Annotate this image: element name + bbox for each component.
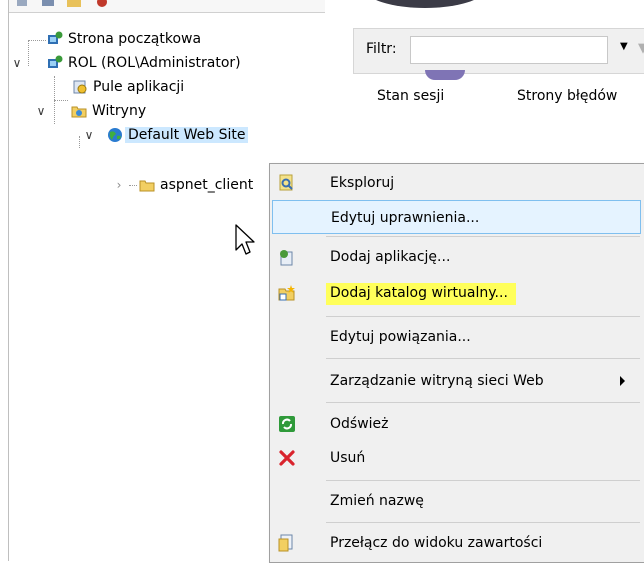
- tree-line: [28, 40, 46, 41]
- toolbar-save-icon[interactable]: [41, 0, 55, 8]
- delete-icon: [279, 450, 295, 466]
- tree-item-sites[interactable]: ∨ Witryny: [35, 99, 149, 123]
- toolbar-back-icon[interactable]: [15, 0, 29, 8]
- tree-toolbar: [9, 0, 325, 13]
- start-page-icon: [48, 31, 63, 44]
- menu-separator: [326, 480, 640, 481]
- folder-icon: [139, 180, 155, 192]
- app-pools-icon: [73, 80, 87, 94]
- menu-item-rename[interactable]: Zmień nazwę: [272, 484, 641, 518]
- tree-item-start-page[interactable]: Strona początkowa: [47, 27, 204, 51]
- highlight-marker: Dodaj katalog wirtualny...: [326, 283, 516, 305]
- menu-item-add-virtual-directory[interactable]: Dodaj katalog wirtualny...: [272, 276, 641, 310]
- menu-item-edit-permissions[interactable]: Edytuj uprawnienia...: [272, 200, 641, 234]
- content-view-icon: [278, 534, 293, 552]
- feature-session-state[interactable]: Stan sesji: [377, 88, 444, 104]
- chevron-down-icon[interactable]: ▼: [620, 41, 628, 52]
- filter-label: Filtr:: [366, 41, 397, 57]
- add-virtual-directory-icon: [278, 285, 295, 301]
- chevron-right-icon[interactable]: ›: [113, 173, 125, 197]
- filter-go-icon[interactable]: ▼: [638, 41, 644, 56]
- menu-separator: [326, 358, 640, 359]
- tree-line: [79, 136, 80, 148]
- toolbar-connect-icon[interactable]: [95, 0, 109, 8]
- feature-icon: [425, 70, 465, 80]
- menu-separator: [326, 316, 640, 317]
- menu-separator: [326, 522, 640, 523]
- tree-item-aspnet-client[interactable]: › aspnet_client: [113, 173, 256, 197]
- menu-separator: [326, 236, 640, 237]
- chevron-down-icon[interactable]: ∨: [35, 99, 47, 123]
- menu-item-add-application[interactable]: Dodaj aplikację...: [272, 240, 641, 274]
- mouse-cursor-icon: [235, 224, 255, 255]
- server-icon: [48, 55, 63, 68]
- explore-icon: [279, 174, 293, 191]
- context-menu: Eksploruj Edytuj uprawnienia... Dodaj ap…: [269, 163, 644, 563]
- menu-item-switch-content-view[interactable]: Przełącz do widoku zawartości: [272, 526, 641, 560]
- toolbar-folder-icon[interactable]: [67, 0, 81, 8]
- menu-item-explore[interactable]: Eksploruj: [272, 166, 641, 200]
- submenu-arrow-icon: [620, 376, 625, 386]
- menu-item-delete[interactable]: Usuń: [272, 441, 641, 475]
- sites-folder-icon: [71, 106, 87, 118]
- menu-separator: [326, 402, 640, 403]
- tree-item-server[interactable]: ∨ ROL (ROL\Administrator): [11, 51, 244, 75]
- filter-bar: Filtr: ▼ ▼: [353, 28, 644, 74]
- menu-item-refresh[interactable]: Odśwież: [272, 407, 641, 441]
- feature-error-pages[interactable]: Strony błędów: [517, 88, 617, 104]
- menu-item-edit-bindings[interactable]: Edytuj powiązania...: [272, 320, 641, 354]
- menu-item-manage-website[interactable]: Zarządzanie witryną sieci Web: [272, 364, 641, 398]
- globe-icon: [108, 128, 122, 142]
- filter-input[interactable]: [410, 36, 608, 64]
- chevron-down-icon[interactable]: ∨: [11, 51, 23, 75]
- add-application-icon: [280, 250, 293, 266]
- chevron-down-icon[interactable]: ∨: [83, 123, 95, 147]
- refresh-icon: [279, 416, 295, 432]
- header-banner-icon: [365, 0, 485, 8]
- tree-item-app-pools[interactable]: Pule aplikacji: [72, 75, 187, 99]
- tree-item-default-web-site[interactable]: ∨ Default Web Site: [83, 123, 249, 147]
